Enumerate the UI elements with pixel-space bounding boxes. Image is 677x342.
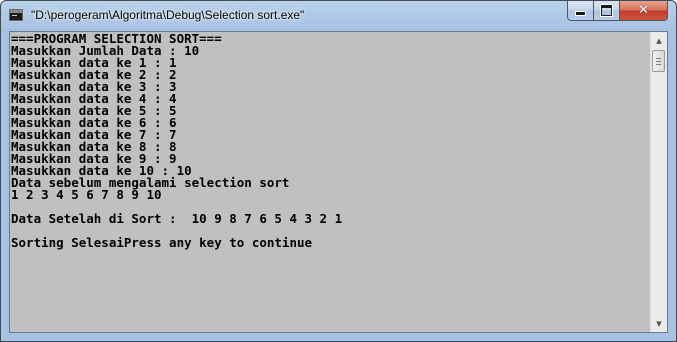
console-output: ===PROGRAM SELECTION SORT=== Masukkan Ju… — [11, 33, 651, 331]
scroll-up-button[interactable]: ▲ — [651, 32, 667, 49]
minimize-button[interactable] — [567, 1, 594, 21]
maximize-icon — [600, 4, 613, 17]
minimize-icon — [575, 11, 586, 16]
console-line: Sorting SelesaiPress any key to continue — [11, 235, 313, 250]
chevron-up-icon: ▲ — [656, 36, 662, 45]
window-title: "D:\perogeram\Algoritma\Debug\Selection … — [31, 8, 305, 22]
grip-line — [656, 61, 661, 62]
scrollbar-thumb[interactable] — [652, 50, 665, 72]
console-area[interactable]: ===PROGRAM SELECTION SORT=== Masukkan Ju… — [9, 31, 668, 333]
console-window: "D:\perogeram\Algoritma\Debug\Selection … — [0, 0, 677, 342]
title-bar[interactable]: "D:\perogeram\Algoritma\Debug\Selection … — [1, 1, 676, 31]
console-line: 1 2 3 4 5 6 7 8 9 10 — [11, 187, 162, 202]
chevron-down-icon: ▼ — [656, 319, 662, 328]
console-line: Data Setelah di Sort : 10 9 8 7 6 5 4 3 … — [11, 211, 343, 226]
close-button[interactable]: ✕ — [620, 1, 668, 21]
scroll-down-button[interactable]: ▼ — [651, 315, 667, 332]
close-icon: ✕ — [638, 3, 649, 18]
maximize-button[interactable] — [594, 1, 620, 21]
grip-line — [656, 58, 661, 59]
grip-line — [656, 64, 661, 65]
vertical-scrollbar[interactable]: ▲ ▼ — [650, 32, 667, 332]
console-app-icon[interactable] — [9, 9, 23, 21]
